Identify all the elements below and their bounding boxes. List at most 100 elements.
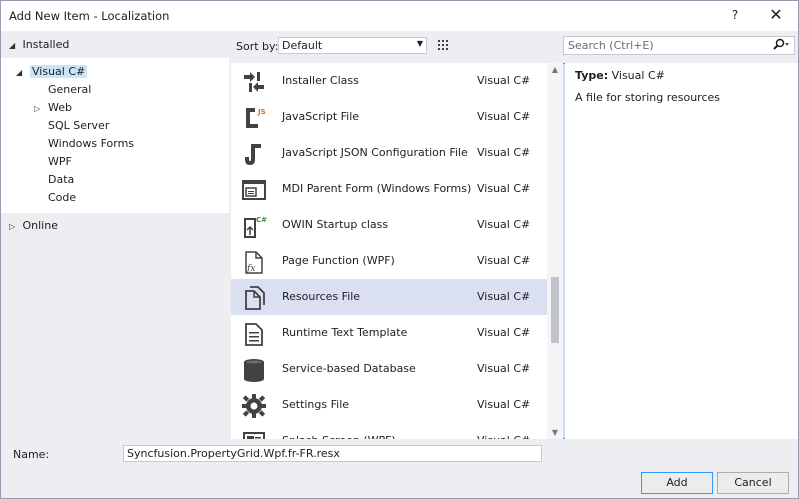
installed-header[interactable]: ◢ Installed bbox=[1, 34, 229, 56]
svg-text:JS: JS bbox=[257, 108, 266, 116]
grid-view-button[interactable] bbox=[434, 36, 453, 55]
svg-text:C#: C# bbox=[256, 216, 267, 224]
tree-item-label: SQL Server bbox=[48, 119, 110, 132]
type-label: Type: bbox=[575, 69, 609, 82]
type-line: Type: Visual C# bbox=[575, 69, 665, 82]
tree-item[interactable]: SQL Server bbox=[48, 119, 109, 132]
template-name: Service-based Database bbox=[282, 362, 416, 375]
template-list-item[interactable]: Settings File Visual C# bbox=[231, 387, 547, 423]
tree-item[interactable]: ◢ Visual C# bbox=[16, 65, 88, 78]
item-description: A file for storing resources bbox=[575, 91, 721, 104]
template-language: Visual C# bbox=[477, 182, 531, 195]
tree-item[interactable]: Windows Forms bbox=[48, 137, 134, 150]
template-list-item[interactable]: fx Page Function (WPF) Visual C# bbox=[231, 243, 547, 279]
expanded-triangle-icon: ◢ bbox=[9, 41, 16, 50]
template-name: MDI Parent Form (Windows Forms) bbox=[282, 182, 472, 195]
splash-screen-icon bbox=[241, 429, 267, 439]
template-name: Runtime Text Template bbox=[282, 326, 408, 339]
tree-item[interactable]: Code bbox=[48, 191, 76, 204]
tree-item-label: Code bbox=[48, 191, 77, 204]
add-button[interactable]: Add bbox=[641, 472, 713, 494]
tree-item[interactable]: WPF bbox=[48, 155, 72, 168]
close-button[interactable]: ✕ bbox=[765, 5, 787, 25]
cancel-button[interactable]: Cancel bbox=[717, 472, 789, 494]
scroll-up-icon[interactable]: ▲ bbox=[547, 65, 563, 74]
template-language: Visual C# bbox=[477, 434, 530, 439]
template-list-item[interactable]: Service-based Database Visual C# bbox=[231, 351, 547, 387]
tree-item-label: Visual C# bbox=[30, 65, 88, 78]
tree-item-label: Data bbox=[48, 173, 75, 186]
template-name: Settings File bbox=[282, 398, 350, 411]
template-list-item[interactable]: Splash Screen (WPF) Visual C# bbox=[231, 423, 547, 439]
template-language: Visual C# bbox=[477, 254, 531, 267]
resources-file-icon bbox=[241, 285, 267, 311]
scroll-down-icon[interactable]: ▼ bbox=[547, 428, 563, 437]
installed-label: Installed bbox=[22, 38, 70, 51]
template-list-item[interactable]: JS JavaScript File Visual C# bbox=[231, 99, 547, 135]
text-template-icon bbox=[241, 321, 267, 347]
search-input[interactable]: Search (Ctrl+E) bbox=[563, 36, 795, 55]
collapsed-triangle-icon[interactable]: ▷ bbox=[34, 104, 48, 113]
search-placeholder: Search (Ctrl+E) bbox=[568, 39, 654, 52]
small-icons-view-icon bbox=[438, 40, 448, 50]
name-label: Name: bbox=[13, 448, 50, 461]
name-field[interactable] bbox=[123, 445, 542, 462]
window-title: Add New Item - Localization bbox=[9, 9, 170, 23]
scrollbar-thumb[interactable] bbox=[551, 277, 559, 343]
svg-text:fx: fx bbox=[246, 264, 255, 274]
search-icon bbox=[772, 38, 790, 55]
page-function-icon: fx bbox=[241, 249, 267, 275]
details-pane: Type: Visual C# A file for storing resou… bbox=[565, 63, 798, 439]
tree-item[interactable]: ▷ Web bbox=[34, 101, 72, 114]
sort-by-dropdown[interactable]: Default ▼ bbox=[278, 37, 427, 54]
template-language: Visual C# bbox=[477, 110, 531, 123]
template-list-item[interactable]: Runtime Text Template Visual C# bbox=[231, 315, 547, 351]
template-list-item[interactable]: Installer Class Visual C# bbox=[231, 63, 547, 99]
type-value: Visual C# bbox=[611, 69, 665, 82]
template-name: JavaScript JSON Configuration File bbox=[282, 146, 468, 159]
template-name: Resources File bbox=[282, 290, 361, 303]
template-list: Installer Class Visual C# JS JavaScript Fil… bbox=[231, 63, 547, 439]
settings-gear-icon bbox=[241, 393, 267, 419]
sort-by-label: Sort by: bbox=[236, 40, 279, 53]
installer-icon bbox=[241, 69, 267, 95]
template-list-scrollbar[interactable]: ▲ ▼ bbox=[547, 63, 563, 439]
template-category-tree: ◢ Visual C# General ▷ Web SQL Server Windows F… bbox=[1, 58, 229, 213]
template-language: Visual C# bbox=[477, 74, 531, 87]
template-language: Visual C# bbox=[477, 290, 531, 303]
tree-item-label: Web bbox=[48, 101, 72, 114]
template-language: Visual C# bbox=[477, 398, 531, 411]
template-language: Visual C# bbox=[477, 218, 531, 231]
template-list-item[interactable]: C# OWIN Startup class Visual C# bbox=[231, 207, 547, 243]
database-icon bbox=[241, 357, 267, 383]
template-list-item[interactable]: MDI Parent Form (Windows Forms) Visual C# bbox=[231, 171, 547, 207]
json-config-icon bbox=[241, 141, 267, 167]
template-name: Page Function (WPF) bbox=[282, 254, 395, 267]
tree-item[interactable]: General bbox=[48, 83, 91, 96]
tree-item-label: WPF bbox=[48, 155, 72, 168]
template-language: Visual C# bbox=[477, 326, 531, 339]
expanded-triangle-icon[interactable]: ◢ bbox=[16, 68, 30, 77]
dropdown-arrow-icon: ▼ bbox=[416, 39, 423, 48]
template-name: OWIN Startup class bbox=[282, 218, 389, 231]
tree-item-label: Windows Forms bbox=[48, 137, 135, 150]
template-list-item[interactable]: Resources File Visual C# bbox=[231, 279, 547, 315]
template-language: Visual C# bbox=[477, 362, 531, 375]
template-name: JavaScript File bbox=[282, 110, 360, 123]
mdi-form-icon bbox=[241, 177, 267, 203]
tree-item[interactable]: Data bbox=[48, 173, 74, 186]
add-new-item-dialog: Add New Item - Localization ? ✕ ◢ Instal… bbox=[0, 0, 799, 499]
template-name: Installer Class bbox=[282, 74, 359, 87]
help-button[interactable]: ? bbox=[725, 5, 745, 25]
owin-class-icon: C# bbox=[241, 213, 267, 239]
collapsed-triangle-icon: ▷ bbox=[9, 222, 16, 231]
online-node[interactable]: ▷ Online bbox=[9, 219, 58, 232]
javascript-file-icon: JS bbox=[241, 105, 267, 131]
sort-by-value: Default bbox=[282, 39, 323, 52]
online-label: Online bbox=[22, 219, 58, 232]
template-language: Visual C# bbox=[477, 146, 531, 159]
tree-item-label: General bbox=[48, 83, 92, 96]
template-list-item[interactable]: JavaScript JSON Configuration File Visual… bbox=[231, 135, 547, 171]
title-bar: Add New Item - Localization ? ✕ bbox=[1, 1, 798, 31]
template-name: Splash Screen (WPF) bbox=[282, 434, 396, 439]
